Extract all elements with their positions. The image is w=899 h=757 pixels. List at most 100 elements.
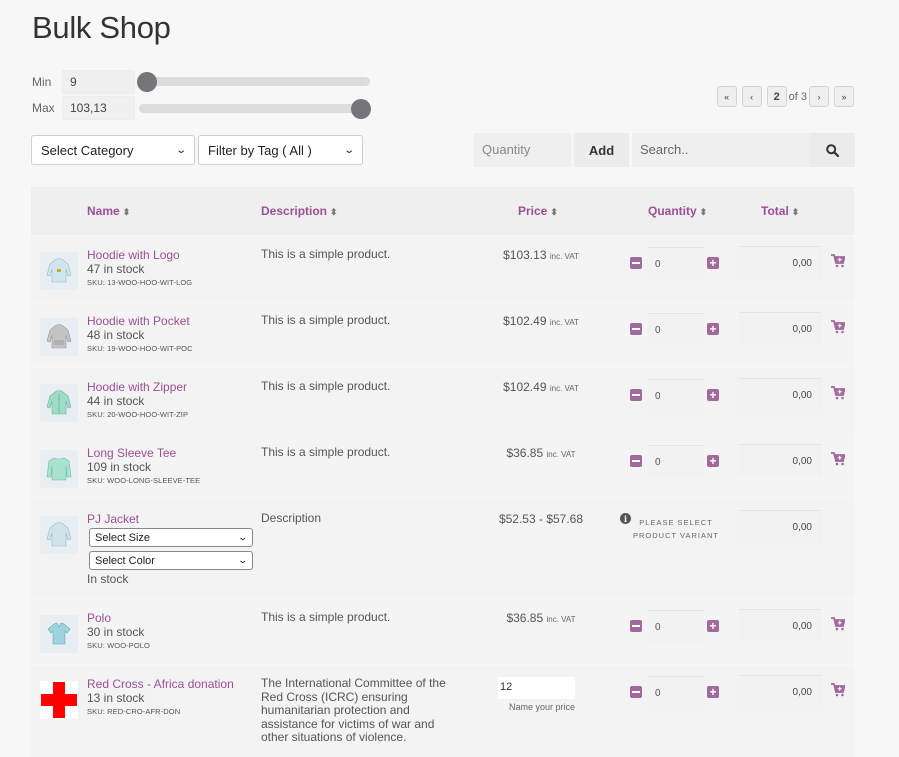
product-price: $102.49 inc. VAT [503,380,579,394]
min-slider-handle[interactable] [137,72,157,92]
info-icon[interactable]: i [620,513,631,524]
next-page-button[interactable]: › [809,86,829,107]
column-header-price[interactable]: Price ⬍ [518,204,558,218]
product-image[interactable] [40,384,78,422]
add-button[interactable]: Add [574,133,629,167]
product-description: This is a simple product. [261,247,391,261]
row-total: 0,00 [739,510,821,542]
last-page-button[interactable]: » [834,86,854,107]
product-image[interactable] [40,516,78,554]
product-name-link[interactable]: PJ Jacket [87,512,139,526]
color-select[interactable]: Select Color ⌄ [89,551,253,570]
row-total: 0,00 [739,675,821,707]
table-row: Red Cross - Africa donation 13 in stock … [31,664,854,757]
column-header-total[interactable]: Total ⬍ [761,204,799,218]
quantity-input[interactable]: 0 [648,445,704,477]
variant-message: PLEASE SELECT PRODUCT VARIANT [633,518,719,540]
category-select-value: Select Category [41,142,134,158]
product-name-link[interactable]: Hoodie with Pocket [87,314,190,328]
stock-status: In stock [87,572,129,586]
stock-status: 47 in stock [87,262,145,276]
row-total: 0,00 [739,378,821,410]
sort-icon: ⬍ [791,207,800,217]
page-title: Bulk Shop [32,10,171,45]
category-select[interactable]: Select Category ⌄ [31,135,195,165]
product-name-link[interactable]: Long Sleeve Tee [87,446,176,460]
product-sku: SKU: 19-WOO-HOO-WIT-POC [87,344,193,353]
decrease-quantity-button[interactable] [630,323,642,335]
product-price: $103.13 inc. VAT [503,248,579,262]
stock-status: 44 in stock [87,394,145,408]
column-header-description[interactable]: Description ⬍ [261,204,338,218]
product-sku: SKU: 20-WOO-HOO-WIT-ZIP [87,410,189,419]
tag-select-value: Filter by Tag ( All ) [208,142,312,158]
add-to-cart-icon[interactable] [831,320,845,334]
increase-quantity-button[interactable] [707,257,719,269]
quantity-input[interactable]: 0 [648,379,704,411]
bulk-quantity-input[interactable]: Quantity [474,133,571,167]
add-to-cart-icon[interactable] [831,617,845,631]
product-name-link[interactable]: Polo [87,611,111,625]
add-to-cart-icon[interactable] [831,386,845,400]
quantity-input[interactable]: 0 [648,676,704,708]
product-description: This is a simple product. [261,313,391,327]
product-image[interactable] [40,615,78,653]
product-description: This is a simple product. [261,379,391,393]
increase-quantity-button[interactable] [707,686,719,698]
increase-quantity-button[interactable] [707,455,719,467]
product-image[interactable] [40,681,78,719]
product-price: $52.53 - $57.68 [498,512,584,526]
increase-quantity-button[interactable] [707,323,719,335]
table-row: PJ Jacket Select Size ⌄ Select Color ⌄ In … [31,499,854,598]
tag-filter-select[interactable]: Filter by Tag ( All ) ⌄ [198,135,363,165]
chevron-down-icon: ⌄ [237,532,249,542]
decrease-quantity-button[interactable] [630,389,642,401]
add-to-cart-icon[interactable] [831,683,845,697]
sort-icon: ⬍ [122,207,131,217]
max-slider-handle[interactable] [351,99,371,119]
max-price-slider[interactable] [139,99,371,119]
increase-quantity-button[interactable] [707,389,719,401]
name-your-price-hint: Name your price [508,702,576,712]
min-price-input[interactable]: 9 [62,70,135,94]
stock-status: 13 in stock [87,691,145,705]
prev-page-button[interactable]: ‹ [741,86,762,107]
product-name-link[interactable]: Red Cross - Africa donation [87,677,234,691]
quantity-input[interactable]: 0 [648,610,704,642]
size-select[interactable]: Select Size ⌄ [89,528,253,547]
search-input[interactable]: Search.. [632,133,810,167]
column-header-name[interactable]: Name ⬍ [87,204,130,218]
decrease-quantity-button[interactable] [630,455,642,467]
table-row: Hoodie with Pocket 48 in stock SKU: 19-W… [31,301,854,367]
min-price-slider[interactable] [137,72,370,92]
page-count: of 3 [788,90,807,103]
decrease-quantity-button[interactable] [630,257,642,269]
add-to-cart-icon[interactable] [831,254,845,268]
chevron-down-icon: ⌄ [342,144,355,156]
product-name-link[interactable]: Hoodie with Logo [87,248,180,262]
product-image[interactable] [40,450,78,488]
decrease-quantity-button[interactable] [630,686,642,698]
search-button[interactable] [810,133,855,167]
red-cross-icon [41,682,77,718]
current-page-input[interactable]: 2 [766,86,787,107]
add-to-cart-icon[interactable] [831,452,845,466]
sort-icon: ⬍ [550,207,558,217]
hoodie-icon [46,258,72,283]
column-header-quantity[interactable]: Quantity ⬍ [648,204,707,218]
quantity-input[interactable]: 0 [648,247,704,279]
quantity-input[interactable]: 0 [648,313,704,345]
name-your-price-input[interactable]: 12 [498,677,575,699]
product-image[interactable] [40,318,78,356]
first-page-button[interactable]: « [716,86,737,107]
product-price: $36.85 inc. VAT [506,611,576,625]
product-description: This is a simple product. [261,445,391,459]
row-total: 0,00 [739,444,821,476]
increase-quantity-button[interactable] [707,620,719,632]
stock-status: 48 in stock [87,328,145,342]
product-name-link[interactable]: Hoodie with Zipper [87,380,187,394]
decrease-quantity-button[interactable] [630,620,642,632]
product-image[interactable] [40,252,78,290]
hoodie-icon [46,390,72,415]
max-price-input[interactable]: 103,13 [62,96,135,120]
